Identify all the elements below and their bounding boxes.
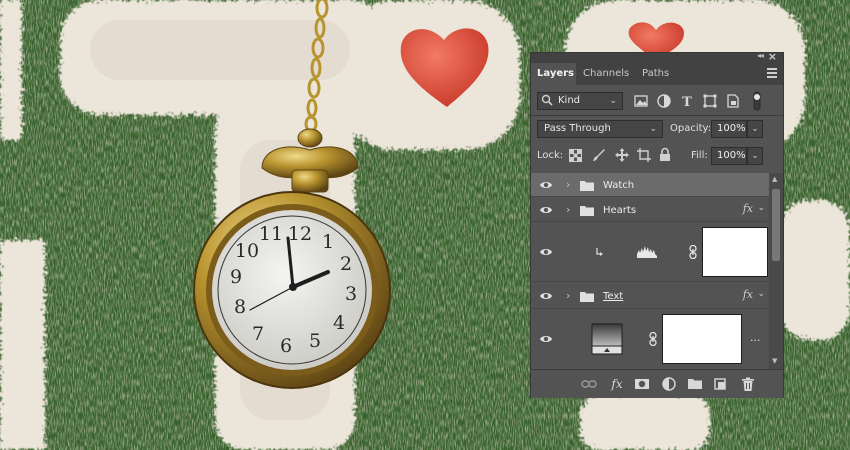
fill-label: Fill: (691, 150, 708, 161)
lock-image-pixels-icon[interactable] (592, 148, 606, 162)
clipping-arrow-icon (596, 248, 603, 256)
layer-effects-icon[interactable]: fx (743, 288, 753, 301)
layer-row-watch[interactable]: › Watch (531, 173, 769, 197)
dial-number-8: 8 (234, 296, 246, 318)
dial-number-9: 9 (230, 266, 242, 288)
levels-histogram-icon (637, 246, 657, 258)
dial-number-4: 4 (333, 312, 345, 334)
opacity-label: Opacity: (670, 123, 712, 134)
opacity-slider-toggle[interactable]: ⌄ (747, 120, 763, 138)
layers-panel: ◂◂ × Layers Channels Paths Kind ⌄ T Pass… (530, 50, 784, 398)
blend-mode-label: Pass Through (544, 123, 611, 134)
layer-row-hearts[interactable]: › Hearts fx ⌄ (531, 197, 769, 222)
chevron-down-icon: ⌄ (609, 96, 617, 106)
folder-icon (580, 292, 594, 302)
dial-number-5: 5 (309, 330, 321, 352)
mask-link-icon[interactable] (688, 245, 698, 259)
layer-mask-thumbnail[interactable] (702, 227, 768, 277)
eye-icon[interactable] (539, 245, 553, 259)
fill-input[interactable]: 100% (711, 147, 747, 165)
gradient-fill-thumbnail[interactable] (591, 323, 623, 355)
layer-name[interactable]: Text (603, 291, 623, 302)
shape-filter-icon[interactable] (702, 93, 718, 109)
layer-row-levels-adjustment[interactable] (531, 222, 769, 282)
filter-kind-label: Kind (558, 95, 581, 106)
search-icon (541, 94, 553, 106)
folder-icon (580, 206, 594, 216)
fx-icon[interactable]: fx (609, 376, 625, 392)
layer-effects-icon[interactable]: fx (743, 202, 753, 215)
panel-footer: fx (531, 369, 783, 398)
tab-layers[interactable]: Layers (531, 63, 576, 85)
panel-titlebar: ◂◂ × (531, 50, 783, 63)
lock-all-icon[interactable] (659, 147, 671, 162)
smart-object-filter-icon[interactable] (725, 93, 741, 109)
lock-label: Lock: (537, 150, 564, 161)
tab-paths[interactable]: Paths (636, 63, 678, 85)
eye-icon[interactable] (539, 289, 553, 303)
scroll-down-icon[interactable]: ▼ (772, 357, 777, 365)
dial-number-7: 7 (252, 323, 264, 345)
folder-icon (580, 181, 594, 191)
dial-number-12: 12 (288, 223, 312, 245)
link-layers-icon[interactable] (581, 376, 597, 392)
chevron-down-icon[interactable]: ⌄ (757, 203, 765, 213)
eye-icon[interactable] (539, 332, 553, 346)
more-indicator: ... (750, 331, 761, 344)
new-layer-icon[interactable] (712, 376, 728, 392)
adjustment-layer-icon[interactable] (661, 376, 677, 392)
layer-mask-thumbnail[interactable] (662, 314, 742, 364)
blend-mode-dropdown[interactable]: Pass Through ⌄ (537, 120, 663, 138)
panel-menu-icon[interactable] (767, 68, 777, 78)
add-mask-icon[interactable] (634, 376, 650, 392)
dial-number-11: 11 (259, 223, 283, 245)
lock-artboard-icon[interactable] (637, 148, 651, 162)
type-filter-icon[interactable]: T (679, 93, 695, 109)
new-group-icon[interactable] (687, 376, 703, 392)
chevron-right-icon[interactable]: › (566, 289, 570, 302)
chevron-right-icon[interactable]: › (566, 178, 570, 191)
adjustment-filter-icon[interactable] (656, 93, 672, 109)
layer-row-text[interactable]: › Text fx ⌄ (531, 282, 769, 309)
fill-slider-toggle[interactable]: ⌄ (747, 147, 763, 165)
close-panel-icon[interactable]: × (768, 50, 777, 63)
layer-name[interactable]: Hearts (603, 205, 636, 216)
eye-icon[interactable] (539, 203, 553, 217)
chevron-down-icon[interactable]: ⌄ (757, 289, 765, 299)
lock-position-icon[interactable] (615, 148, 629, 162)
mask-link-icon[interactable] (648, 332, 658, 346)
opacity-input[interactable]: 100% (711, 120, 747, 138)
trash-icon[interactable] (740, 376, 756, 392)
layers-list: › Watch › Hearts fx ⌄ › Text fx ⌄ ... (531, 173, 769, 369)
collapse-panel-icon[interactable]: ◂◂ (757, 51, 764, 60)
dial-number-10: 10 (235, 240, 259, 262)
tab-channels[interactable]: Channels (577, 63, 635, 85)
panel-tabs: Layers Channels Paths (531, 63, 783, 85)
layer-name[interactable]: Watch (603, 180, 634, 191)
filter-toggle-icon[interactable] (751, 91, 763, 111)
filter-kind-dropdown[interactable]: Kind ⌄ (537, 92, 623, 110)
pixel-layer-filter-icon[interactable] (633, 93, 649, 109)
layer-row-gradient-fill[interactable]: ... (531, 309, 769, 369)
svg-text:T: T (682, 95, 692, 109)
chevron-down-icon: ⌄ (649, 124, 657, 134)
dial-number-3: 3 (345, 283, 357, 305)
chevron-right-icon[interactable]: › (566, 203, 570, 216)
layers-scrollbar[interactable]: ▲ ▼ (769, 173, 783, 369)
dial-number-6: 6 (280, 335, 292, 357)
dial-number-2: 2 (340, 253, 352, 275)
divider (531, 115, 783, 116)
dial-number-1: 1 (322, 231, 334, 253)
eye-icon[interactable] (539, 178, 553, 192)
scrollbar-thumb[interactable] (772, 189, 780, 261)
svg-text:fx: fx (610, 377, 622, 391)
lock-transparent-pixels-icon[interactable] (569, 149, 582, 162)
scroll-up-icon[interactable]: ▲ (772, 175, 777, 183)
